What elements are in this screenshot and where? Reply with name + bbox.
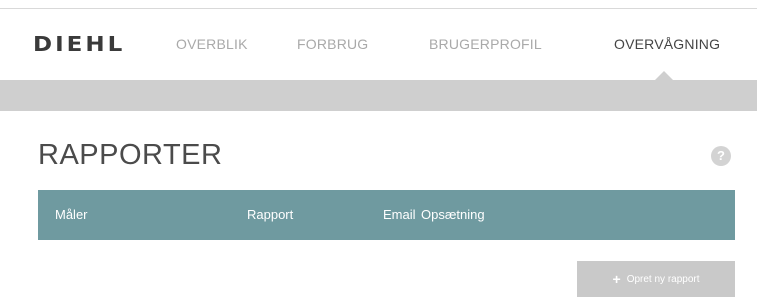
- nav-item-forbrug[interactable]: FORBRUG: [297, 36, 368, 52]
- column-header-maler[interactable]: Måler: [55, 207, 88, 222]
- subnav-bar: [0, 80, 757, 111]
- active-nav-caret: [655, 71, 673, 80]
- reports-table-header: Måler Rapport Email Opsætning: [38, 190, 735, 240]
- new-report-label: Opret ny rapport: [626, 273, 700, 285]
- new-report-button[interactable]: + Opret ny rapport: [577, 261, 735, 297]
- page-title: RAPPORTER: [38, 139, 223, 171]
- nav-item-brugerprofil[interactable]: BRUGERPROFIL: [429, 36, 542, 52]
- plus-icon: +: [612, 271, 621, 287]
- column-header-email[interactable]: Email: [383, 207, 416, 222]
- column-header-rapport[interactable]: Rapport: [247, 207, 293, 222]
- column-header-opsaetning[interactable]: Opsætning: [421, 207, 485, 222]
- top-navbar: DIEHL OVERBLIK FORBRUG BRUGERPROFIL OVER…: [0, 9, 757, 80]
- diehl-logo[interactable]: DIEHL: [33, 33, 125, 56]
- nav-item-overvaagning[interactable]: OVERVÅGNING: [614, 36, 720, 52]
- nav-item-overblik[interactable]: OVERBLIK: [176, 36, 248, 52]
- help-icon[interactable]: ?: [711, 146, 731, 166]
